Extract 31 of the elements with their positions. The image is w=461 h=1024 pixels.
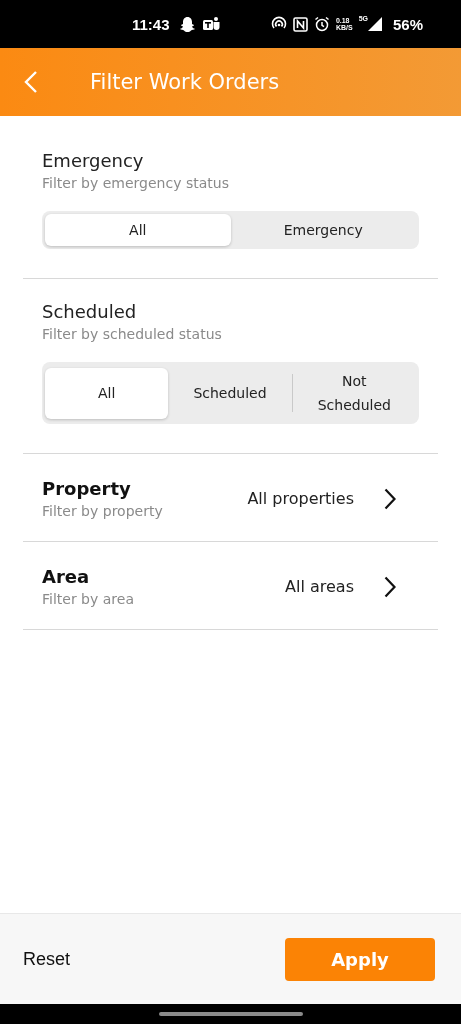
back-button[interactable]	[24, 70, 38, 94]
nfc-icon	[292, 16, 308, 32]
ghost-icon	[178, 16, 196, 32]
filter-row[interactable]: Area Filter by area All areas	[23, 542, 438, 630]
filter-value: All areas	[285, 577, 354, 596]
filter-title: Emergency	[42, 150, 145, 171]
signal-icon	[367, 17, 382, 31]
segment-option[interactable]: All	[45, 367, 169, 419]
segment-option[interactable]: Emergency	[230, 214, 416, 246]
team-icon	[201, 16, 221, 32]
filter-subtitle: Filter by scheduled status	[42, 326, 223, 342]
filter-row[interactable]: Property Filter by property All properties	[23, 454, 438, 542]
segment-option[interactable]: All	[45, 214, 231, 246]
screen-title: Filter Work Orders	[90, 70, 280, 94]
filter-title: Area	[42, 566, 91, 587]
segment-option[interactable]: Not Scheduled	[292, 365, 416, 421]
home-indicator[interactable]	[158, 1012, 303, 1016]
status-time: 11:43	[132, 15, 170, 33]
alarm-icon	[313, 16, 330, 32]
back-icon	[24, 70, 38, 94]
filter-subtitle: Filter by property	[42, 503, 164, 519]
reset-button[interactable]: Reset	[23, 948, 71, 970]
battery-level: 56%	[392, 15, 423, 33]
filter-title: Property	[42, 478, 132, 499]
segment-option[interactable]: Scheduled	[168, 367, 292, 419]
filter-subtitle: Filter by emergency status	[42, 175, 230, 191]
filter-subtitle: Filter by area	[42, 591, 135, 607]
chevron-right-icon	[384, 575, 396, 598]
chevron-right-icon	[384, 487, 396, 510]
filter-value: All properties	[247, 489, 354, 508]
filter-title: Scheduled	[42, 301, 138, 322]
